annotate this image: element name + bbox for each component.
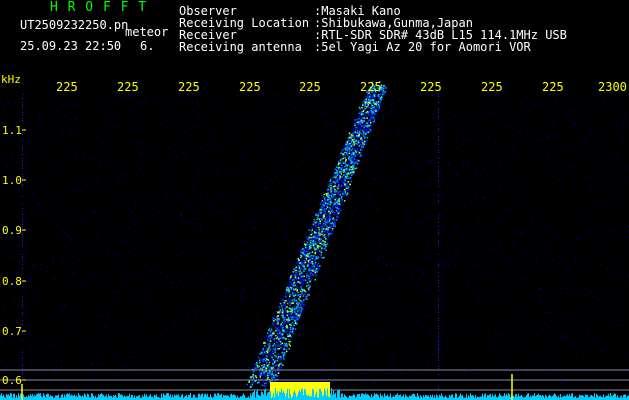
y-tick-label: 0.6 bbox=[2, 374, 22, 387]
y-tick-label: 1.1 bbox=[2, 124, 22, 137]
hrofft-logo: H R O F F T bbox=[50, 0, 148, 15]
y-axis-unit: kHz bbox=[1, 73, 21, 86]
y-tick-label: 0.7 bbox=[2, 325, 22, 338]
antenna-key: Receiving antenna bbox=[179, 40, 302, 54]
date-time: 25.09.23 22:50 bbox=[20, 39, 122, 53]
spectrogram-screen: { "logo": "H R O F F T", "file_name": "U… bbox=[0, 0, 629, 400]
x-tick-label: 225 bbox=[420, 80, 442, 94]
x-tick-label: 225 bbox=[117, 80, 139, 94]
spectrogram-plot: 225 225 225 225 225 225 225 225 225 2300 1.1 1.0 0.9… bbox=[0, 80, 629, 400]
file-name: UT2509232250.pn bbox=[20, 18, 129, 32]
noise-layer bbox=[0, 94, 629, 391]
meteor-trail bbox=[246, 81, 389, 388]
x-tick-label: 225 bbox=[299, 80, 321, 94]
x-tick-label: 2300 bbox=[598, 80, 627, 94]
y-tick-label: 0.8 bbox=[2, 275, 22, 288]
meteor-count: 6. bbox=[140, 39, 155, 53]
meteor-label: meteor bbox=[125, 25, 169, 39]
x-tick-label: 225 bbox=[178, 80, 200, 94]
antenna-value: :5el Yagi Az 20 for Aomori VOR bbox=[314, 40, 531, 54]
y-tick-label: 0.9 bbox=[2, 224, 22, 237]
y-tick-label: 1.0 bbox=[2, 174, 22, 187]
x-tick-label: 225 bbox=[360, 80, 382, 94]
x-tick-label: 225 bbox=[56, 80, 78, 94]
x-tick-label: 225 bbox=[481, 80, 503, 94]
baseline-lines bbox=[0, 369, 629, 400]
x-tick-label: 225 bbox=[542, 80, 564, 94]
x-tick-label: 225 bbox=[239, 80, 261, 94]
